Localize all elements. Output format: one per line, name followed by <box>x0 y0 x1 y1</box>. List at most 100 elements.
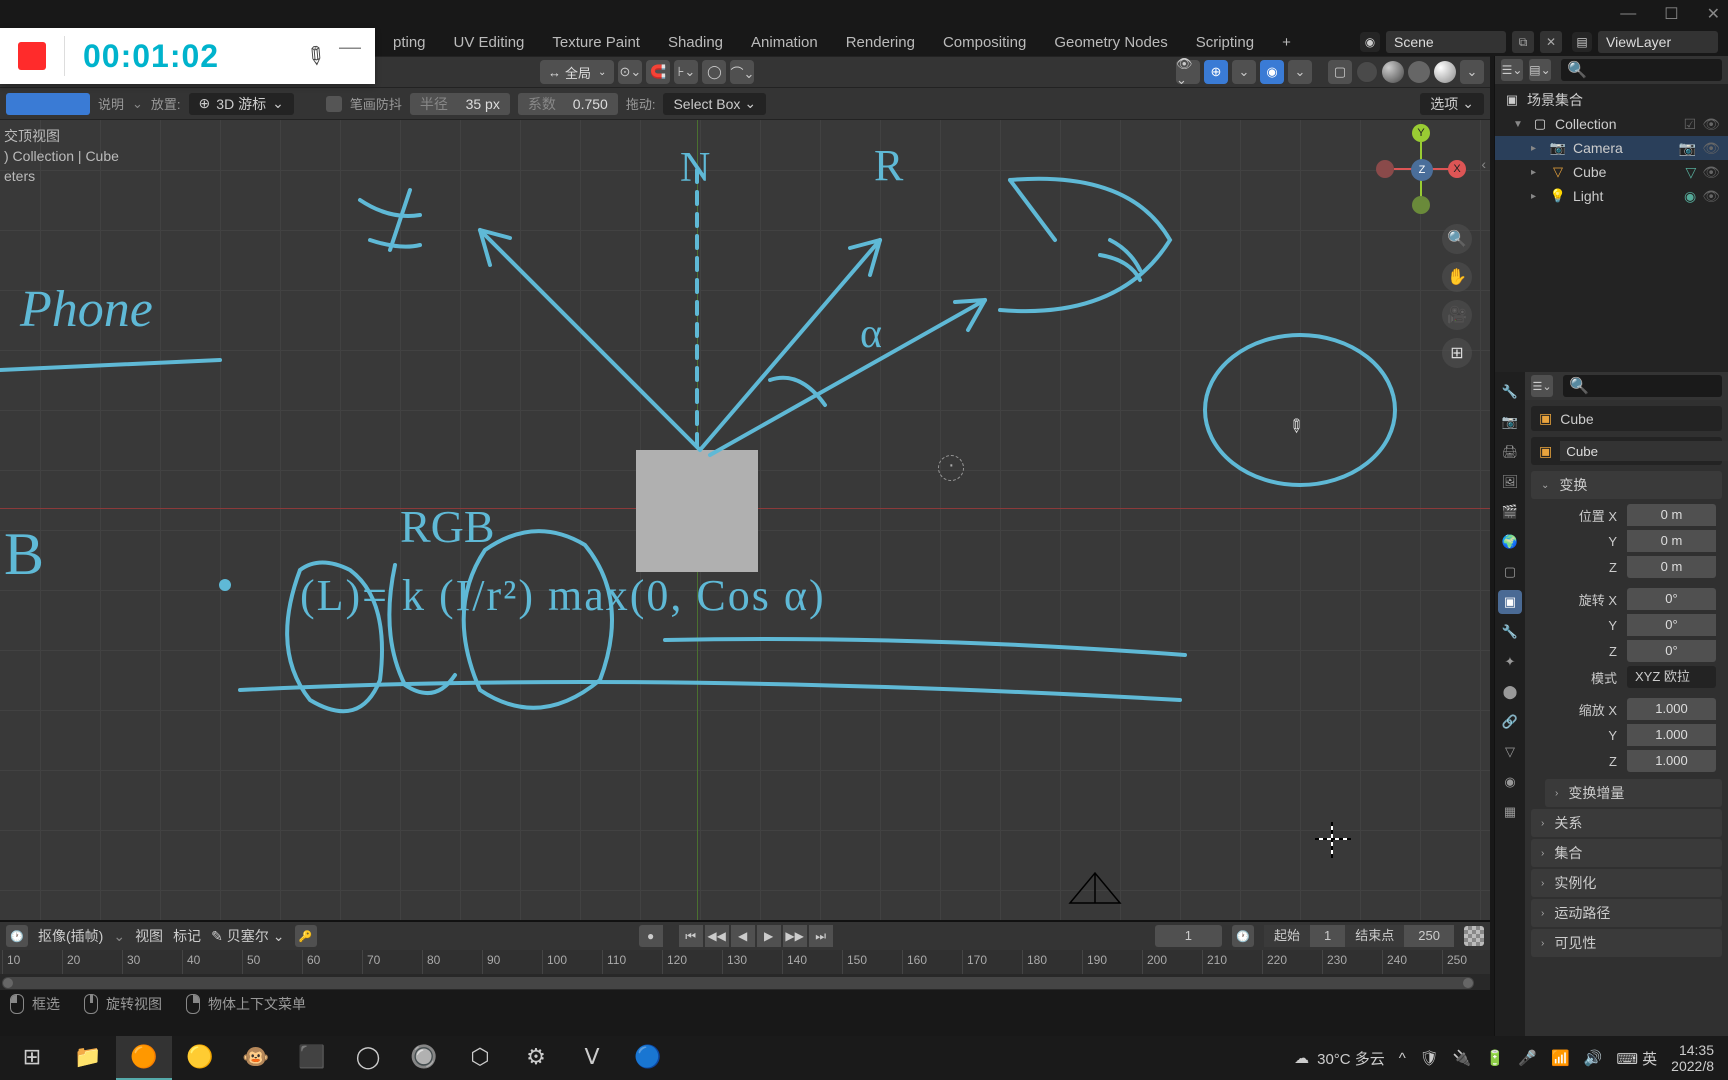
proportional-edit-toggle[interactable]: ◯ <box>702 60 726 84</box>
timeline-editor-icon[interactable]: 🕐 <box>6 925 28 947</box>
add-workspace-button[interactable]: + <box>1268 34 1305 51</box>
data-name-input[interactable] <box>1560 441 1728 461</box>
relations-header[interactable]: 关系 <box>1531 809 1722 837</box>
shading-wireframe[interactable] <box>1356 61 1378 83</box>
scale-x-value[interactable]: 1.000 <box>1627 698 1716 720</box>
navigation-gizmo[interactable]: Y X Z <box>1376 124 1466 214</box>
options-dropdown[interactable]: 选项 ⌄ <box>1420 93 1484 115</box>
epic-games-icon[interactable]: ⬛ <box>284 1036 340 1080</box>
blender-app-icon[interactable]: 🟠 <box>116 1036 172 1080</box>
visibility-eye-icon[interactable]: 👁 <box>1702 164 1720 181</box>
properties-search[interactable]: 🔍 <box>1563 375 1722 397</box>
minimize-button[interactable]: — <box>1620 5 1636 23</box>
visibility-eye-icon[interactable]: 👁 <box>1702 116 1720 133</box>
battery-icon[interactable]: 🔋 <box>1486 1049 1505 1067</box>
shading-material[interactable] <box>1408 61 1430 83</box>
position-x-value[interactable]: 0 m <box>1627 504 1716 526</box>
keying-set-icon[interactable]: 🔑 <box>295 925 317 947</box>
scene-icon[interactable]: ◉ <box>1360 32 1380 52</box>
outliner-search[interactable]: 🔍 <box>1561 59 1722 81</box>
outliner-editor-icon[interactable]: ☰⌄ <box>1501 59 1523 81</box>
radius-field[interactable]: 半径35 px <box>410 93 510 115</box>
timeline-view-menu[interactable]: 视图 <box>135 926 163 946</box>
transform-section-header[interactable]: 变换 <box>1531 471 1722 499</box>
start-frame-field[interactable]: 1 <box>1310 925 1345 947</box>
tab-object[interactable]: ▣ <box>1498 590 1522 614</box>
visibility-eye-icon[interactable]: 👁 <box>1702 188 1720 205</box>
maximize-button[interactable]: ☐ <box>1664 4 1678 24</box>
tab-modifiers[interactable]: 🔧 <box>1498 620 1522 644</box>
brush-tool-icon[interactable]: ✎ <box>298 38 332 73</box>
start-button[interactable]: ⊞ <box>4 1036 60 1080</box>
proportional-falloff-dropdown[interactable]: ⌒⌄ <box>730 60 754 84</box>
scrollbar-thumb[interactable] <box>2 977 1474 989</box>
play-button[interactable]: ▶ <box>757 925 781 947</box>
factor-field[interactable]: 系数0.750 <box>518 93 618 115</box>
snap-target-dropdown[interactable]: ⊦⌄ <box>674 60 698 84</box>
viewlayer-icon[interactable]: ▤ <box>1572 32 1592 52</box>
tab-collection[interactable]: ▢ <box>1498 560 1522 584</box>
gizmo-toggle[interactable]: ⊕ <box>1204 60 1228 84</box>
outliner-item-light[interactable]: ▸ 💡 Light ◉👁 <box>1495 184 1728 208</box>
motion-paths-header[interactable]: 运动路径 <box>1531 899 1722 927</box>
rotation-mode-dropdown[interactable]: XYZ 欧拉 <box>1627 666 1716 688</box>
stroke-stabilize-checkbox[interactable] <box>326 96 342 112</box>
interpolation-dropdown[interactable]: ✎ 贝塞尔 ⌄ <box>211 926 284 946</box>
jump-prev-keyframe-button[interactable]: ◀◀ <box>705 925 729 947</box>
tab-constraints[interactable]: 🔗 <box>1498 710 1522 734</box>
rotation-y-value[interactable]: 0° <box>1627 614 1716 636</box>
gizmo-x-axis[interactable]: X <box>1448 160 1466 178</box>
tab-scene[interactable]: 🎬 <box>1498 500 1522 524</box>
xray-toggle[interactable]: ▢ <box>1328 60 1352 84</box>
tab-world[interactable]: 🌍 <box>1498 530 1522 554</box>
outliner-collection[interactable]: ▼ ▢ Collection ☑👁 <box>1495 112 1728 136</box>
volume-icon[interactable]: 🔊 <box>1584 1049 1603 1067</box>
workspace-tab[interactable]: Scripting <box>1182 34 1268 51</box>
recorder-minimize[interactable]: — <box>339 34 361 60</box>
wifi-icon[interactable]: 📶 <box>1551 1049 1570 1067</box>
current-frame-field[interactable]: 1 <box>1155 925 1222 947</box>
rotation-x-value[interactable]: 0° <box>1627 588 1716 610</box>
tab-data[interactable]: ▽ <box>1498 740 1522 764</box>
position-z-value[interactable]: 0 m <box>1627 556 1716 578</box>
viewlayer-name-input[interactable] <box>1598 31 1718 53</box>
select-mode-dropdown[interactable]: Select Box ⌄ <box>663 93 766 115</box>
shading-rendered[interactable] <box>1434 61 1456 83</box>
keying-dropdown[interactable]: 抠像(插帧) <box>38 926 103 946</box>
overlay-toggle[interactable]: ◉ <box>1260 60 1284 84</box>
visual-studio-icon[interactable]: ᐯ <box>564 1036 620 1080</box>
annotation-color-swatch[interactable] <box>6 93 90 115</box>
shading-dropdown[interactable]: ⌄ <box>1460 60 1484 84</box>
gizmo-z-axis[interactable]: Z <box>1411 159 1433 181</box>
shading-solid[interactable] <box>1382 61 1404 83</box>
outliner-display-mode[interactable]: ▤⌄ <box>1529 59 1551 81</box>
exclude-checkbox-icon[interactable]: ☑ <box>1684 116 1697 133</box>
position-y-value[interactable]: 0 m <box>1627 530 1716 552</box>
app-icon-circle[interactable]: 🔘 <box>396 1036 452 1080</box>
workspace-tab[interactable]: Rendering <box>832 34 929 51</box>
rotation-z-value[interactable]: 0° <box>1627 640 1716 662</box>
outliner-scene-collection[interactable]: ▣ 场景集合 <box>1495 88 1728 112</box>
workspace-tab[interactable]: Animation <box>737 34 832 51</box>
auto-keying-toggle[interactable]: ● <box>639 925 663 947</box>
collections-header[interactable]: 集合 <box>1531 839 1722 867</box>
tray-chevron-icon[interactable]: ^ <box>1399 1050 1406 1067</box>
steam-icon[interactable]: ◯ <box>340 1036 396 1080</box>
scene-name-input[interactable] <box>1386 31 1506 53</box>
microphone-icon[interactable]: 🎤 <box>1518 1049 1537 1067</box>
placement-dropdown[interactable]: ⊕ 3D 游标 ⌄ <box>189 93 294 115</box>
snap-toggle[interactable]: 🧲 <box>646 60 670 84</box>
editor-type-icon[interactable]: ☰⌄ <box>1531 375 1553 397</box>
workspace-tab[interactable]: Texture Paint <box>538 34 654 51</box>
play-reverse-button[interactable]: ◀ <box>731 925 755 947</box>
workspace-tab[interactable]: pting <box>379 34 440 51</box>
app-icon-yellow[interactable]: 🟡 <box>172 1036 228 1080</box>
scene-remove-button[interactable]: ✕ <box>1540 31 1562 53</box>
jump-to-start-button[interactable]: ⏮ <box>679 925 703 947</box>
jump-to-end-button[interactable]: ⏭ <box>809 925 833 947</box>
tray-icon[interactable]: 🔌 <box>1453 1049 1472 1067</box>
outliner-item-camera[interactable]: ▸ 📷 Camera 📷👁 <box>1495 136 1728 160</box>
zoom-icon[interactable]: 🔍 <box>1442 224 1472 254</box>
end-frame-field[interactable]: 250 <box>1404 925 1454 947</box>
perspective-toggle-icon[interactable]: ⊞ <box>1442 338 1472 368</box>
